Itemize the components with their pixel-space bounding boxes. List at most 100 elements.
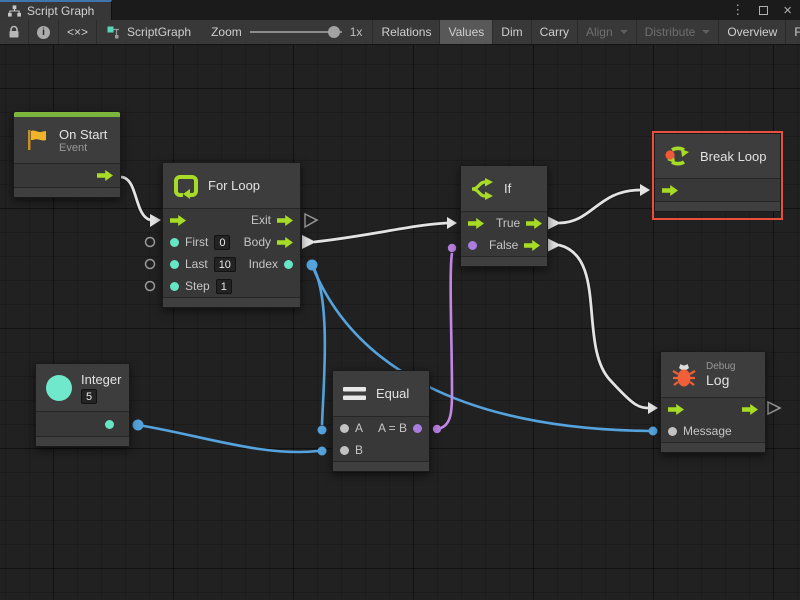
wire-body-to-if[interactable] <box>314 223 447 242</box>
b-port[interactable] <box>340 446 349 455</box>
node-break-loop[interactable]: Break Loop <box>654 133 781 212</box>
first-unconnected-ring[interactable] <box>146 238 155 247</box>
true-output-triangle[interactable] <box>547 216 561 230</box>
node-title: For Loop <box>208 178 260 193</box>
message-port[interactable] <box>668 427 677 436</box>
wire-integer-to-equal-b[interactable] <box>138 425 318 452</box>
values-button[interactable]: Values <box>440 20 493 44</box>
code-view-button[interactable]: <×> <box>59 20 97 44</box>
if-condition-cap <box>448 244 456 252</box>
step-port[interactable] <box>170 282 179 291</box>
last-port[interactable] <box>170 260 179 269</box>
maximize-icon[interactable] <box>759 6 768 15</box>
dim-label: Dim <box>501 25 522 39</box>
node-footer <box>461 256 547 266</box>
false-port[interactable] <box>524 240 540 251</box>
arrowhead-into-forloop <box>150 214 161 227</box>
node-equal[interactable]: Equal A A = B B <box>332 370 430 472</box>
node-subtitle: Event <box>59 142 107 154</box>
tab-script-graph[interactable]: Script Graph <box>0 0 112 20</box>
script-graph-icon <box>107 25 121 39</box>
zoom-slider-handle[interactable] <box>328 26 340 38</box>
relations-label: Relations <box>381 25 431 39</box>
align-label: Align <box>586 25 613 39</box>
node-footer <box>163 297 300 307</box>
last-unconnected-ring[interactable] <box>146 260 155 269</box>
condition-port[interactable] <box>468 241 477 250</box>
node-category: Debug <box>706 361 735 372</box>
true-port[interactable] <box>526 218 542 229</box>
first-value-field[interactable]: 0 <box>214 235 230 250</box>
body-port[interactable] <box>277 237 293 248</box>
result-port[interactable] <box>413 424 422 433</box>
index-output-port[interactable] <box>307 260 318 271</box>
node-debug-log[interactable]: Debug Log Message <box>660 351 766 453</box>
port-label-first: First <box>185 235 208 249</box>
node-on-start[interactable]: On Start Event <box>13 111 121 198</box>
node-integer[interactable]: Integer 5 <box>35 363 130 447</box>
node-footer <box>14 187 120 197</box>
step-value-field[interactable]: 1 <box>216 279 232 294</box>
false-output-triangle[interactable] <box>547 238 561 252</box>
node-if[interactable]: If True False <box>460 165 548 267</box>
node-title: Break Loop <box>700 149 767 164</box>
exit-port[interactable] <box>277 215 293 226</box>
full-screen-button[interactable]: Full Screen <box>786 20 800 44</box>
flow-out-port[interactable] <box>97 170 113 181</box>
info-icon: i <box>37 26 50 39</box>
wire-cap-equal-a <box>318 426 327 435</box>
dim-button[interactable]: Dim <box>493 20 531 44</box>
arrowhead-into-debuglog <box>648 402 658 414</box>
graph-breadcrumb[interactable]: ScriptGraph <box>97 20 201 44</box>
body-output-triangle[interactable] <box>302 235 316 249</box>
step-unconnected-ring[interactable] <box>146 282 155 291</box>
lock-button[interactable] <box>0 20 29 44</box>
graph-canvas[interactable]: On Start Event For Loop Exit First <box>0 45 800 600</box>
carry-button[interactable]: Carry <box>532 20 578 44</box>
node-for-loop[interactable]: For Loop Exit First 0 Body Last 10 Index… <box>162 162 301 308</box>
flow-in-port[interactable] <box>662 185 678 196</box>
debuglog-out-unconnected-triangle[interactable] <box>768 402 780 414</box>
flow-in-port[interactable] <box>170 215 186 226</box>
overview-button[interactable]: Overview <box>719 20 786 44</box>
node-footer <box>655 201 780 211</box>
relations-button[interactable]: Relations <box>373 20 440 44</box>
equals-icon <box>343 386 367 401</box>
last-value-field[interactable]: 10 <box>214 257 236 272</box>
values-label: Values <box>448 25 484 39</box>
node-title: If <box>504 181 511 196</box>
integer-value-field[interactable]: 5 <box>81 389 97 404</box>
bug-icon <box>671 362 697 388</box>
lock-icon <box>8 25 20 39</box>
wire-false-to-debuglog[interactable] <box>559 245 648 408</box>
flow-in-port[interactable] <box>468 218 484 229</box>
flow-in-port[interactable] <box>668 404 684 415</box>
zoom-slider[interactable] <box>250 31 342 33</box>
exit-unconnected-triangle[interactable] <box>305 214 317 227</box>
a-port[interactable] <box>340 424 349 433</box>
port-label-step: Step <box>185 279 210 293</box>
integer-output-cap <box>133 420 144 431</box>
port-label-last: Last <box>185 257 208 271</box>
first-port[interactable] <box>170 238 179 247</box>
close-icon[interactable]: × <box>783 2 792 19</box>
node-footer <box>333 461 429 471</box>
distribute-label: Distribute <box>645 25 696 39</box>
integer-output-port[interactable] <box>105 420 114 429</box>
wire-cap-message <box>649 427 658 436</box>
distribute-button: Distribute <box>637 20 720 44</box>
port-label-false: False <box>489 238 518 252</box>
break-loop-icon <box>665 143 691 169</box>
index-port[interactable] <box>284 260 293 269</box>
graph-toolbar: i <×> ScriptGraph Zoom 1x Relations Valu… <box>0 20 800 45</box>
window-menu-icon[interactable]: ⋮ <box>731 2 744 18</box>
overview-label: Overview <box>727 25 777 39</box>
wire-equal-to-if-condition[interactable] <box>437 253 452 429</box>
flag-icon <box>24 127 50 153</box>
flow-out-port[interactable] <box>742 404 758 415</box>
node-footer <box>661 442 765 452</box>
inspect-button[interactable]: i <box>29 20 59 44</box>
wire-onstart-to-forloop[interactable] <box>121 177 150 220</box>
port-label-true: True <box>496 216 520 230</box>
full-screen-label: Full Screen <box>794 25 800 39</box>
